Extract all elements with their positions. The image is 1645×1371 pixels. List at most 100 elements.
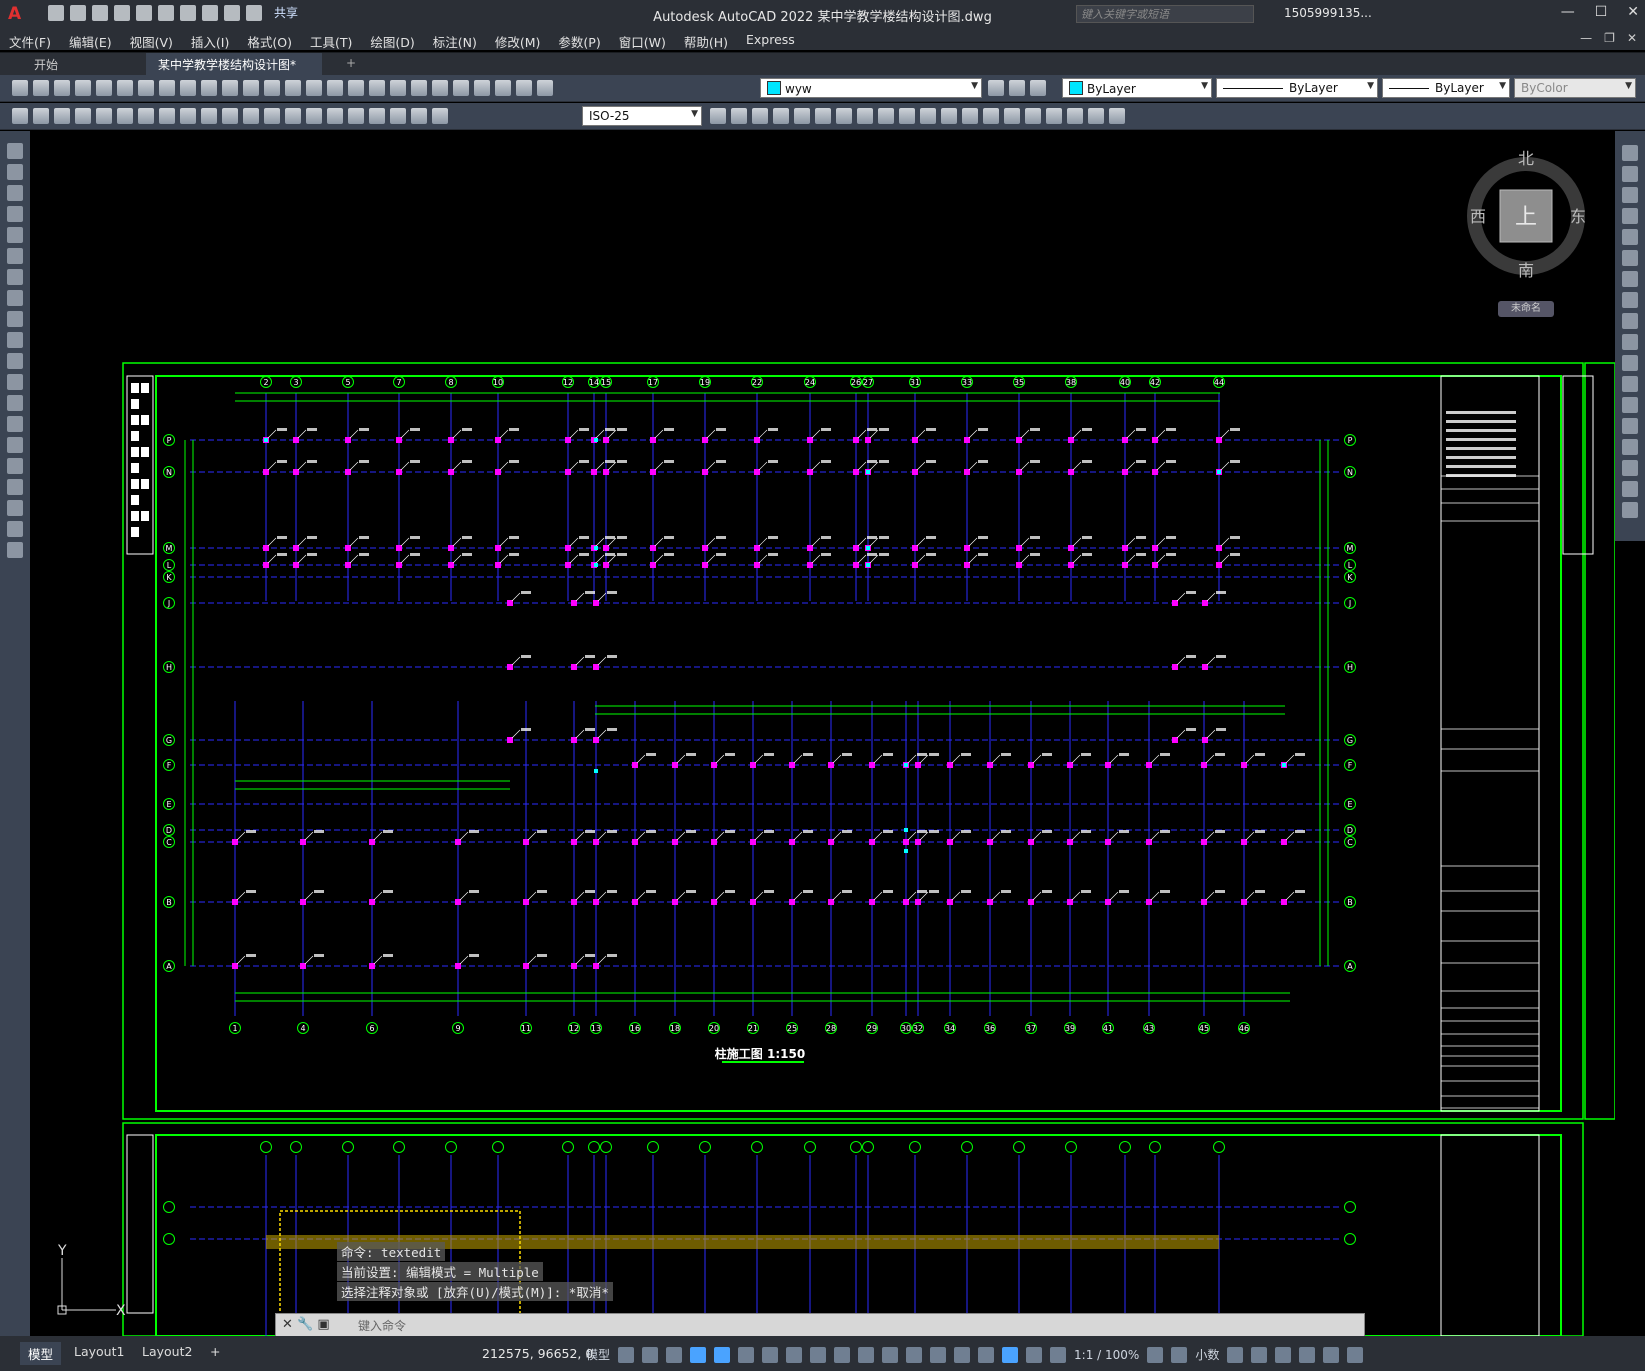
app-logo[interactable]: A — [8, 4, 21, 24]
ortho-icon[interactable] — [714, 1346, 731, 1363]
selection-filter-icon[interactable] — [954, 1346, 971, 1363]
zoom-realtime-icon[interactable] — [306, 80, 322, 96]
calculator-icon[interactable] — [474, 80, 490, 96]
tab-model[interactable]: 模型 — [20, 1342, 62, 1365]
dynamic-ucs-icon[interactable] — [930, 1346, 947, 1363]
maximize-button[interactable]: ☐ — [1595, 4, 1608, 20]
rotate-face-icon[interactable] — [1088, 108, 1104, 124]
extract-edges-icon[interactable] — [941, 108, 957, 124]
open-icon[interactable] — [33, 80, 49, 96]
osnap-icon[interactable] — [810, 1346, 827, 1363]
ellipse-icon[interactable] — [7, 332, 23, 348]
annotation-scale-value[interactable]: 1:1 / 100% — [1074, 1348, 1139, 1362]
layer-manager-icon[interactable] — [516, 80, 532, 96]
cut-icon[interactable] — [159, 80, 175, 96]
redo-icon[interactable] — [264, 80, 280, 96]
layer-state-icon[interactable] — [537, 80, 553, 96]
arc-icon[interactable] — [7, 248, 23, 264]
customize-qat-icon[interactable] — [246, 4, 262, 21]
menu-modify[interactable]: 修改(M) — [486, 28, 550, 50]
lock-ui-icon[interactable] — [1251, 1346, 1268, 1363]
move-face-icon[interactable] — [1067, 108, 1083, 124]
menu-view[interactable]: 视图(V) — [121, 28, 182, 50]
doc-restore-button[interactable]: ❐ — [1604, 31, 1615, 45]
search-input[interactable]: 键入关键字或短语 — [1076, 5, 1254, 23]
units-value[interactable]: 小数 — [1195, 1346, 1219, 1363]
make-current-icon[interactable] — [988, 80, 1004, 96]
aligned-dim-icon[interactable] — [54, 108, 70, 124]
save-as-icon[interactable] — [114, 4, 130, 21]
compass-north[interactable]: 北 — [1518, 150, 1534, 168]
rotate-icon[interactable] — [1622, 271, 1638, 287]
wcs-menu[interactable]: 未命名 — [1498, 301, 1554, 317]
doc-close-button[interactable]: ✕ — [1627, 31, 1637, 45]
layer-previous-icon[interactable] — [1009, 80, 1025, 96]
rectangle-icon[interactable] — [7, 227, 23, 243]
gradient-icon[interactable] — [7, 458, 23, 474]
annotation-visibility-icon[interactable] — [1002, 1346, 1019, 1363]
help-icon[interactable] — [495, 80, 511, 96]
matchprop-icon[interactable] — [222, 80, 238, 96]
3dprint-icon[interactable] — [138, 80, 154, 96]
transparency-icon[interactable] — [858, 1346, 875, 1363]
angular-icon[interactable] — [180, 108, 196, 124]
menu-edit[interactable]: 编辑(E) — [60, 28, 121, 50]
tool-palettes-icon[interactable] — [411, 80, 427, 96]
arc-length-icon[interactable] — [75, 108, 91, 124]
intersect-icon[interactable] — [773, 108, 789, 124]
pan-icon[interactable] — [285, 80, 301, 96]
snap-icon[interactable] — [642, 1346, 659, 1363]
fillet-icon[interactable] — [1622, 460, 1638, 476]
polygon-icon[interactable] — [7, 206, 23, 222]
user-account[interactable]: 1505999135... — [1284, 6, 1372, 20]
jogged-icon[interactable] — [138, 108, 154, 124]
zoom-previous-icon[interactable] — [348, 80, 364, 96]
dimstyle-manager-icon[interactable] — [710, 108, 726, 124]
imprint-icon[interactable] — [920, 108, 936, 124]
clean-screen-icon[interactable] — [1323, 1346, 1340, 1363]
erase-icon[interactable] — [1622, 145, 1638, 161]
gizmo-icon[interactable] — [978, 1346, 995, 1363]
mirror-icon[interactable] — [1622, 187, 1638, 203]
dim-update-icon[interactable] — [432, 108, 448, 124]
command-input[interactable]: ✕ 🔧 ▣ 键入命令 — [275, 1313, 1365, 1337]
dimstyle-dropdown[interactable]: ISO-25 ▼ — [582, 106, 702, 126]
compass-south[interactable]: 南 — [1518, 261, 1534, 280]
array-icon[interactable] — [1622, 229, 1638, 245]
menu-format[interactable]: 格式(O) — [238, 28, 301, 50]
doc-minimize-button[interactable]: — — [1580, 31, 1592, 45]
subtract-icon[interactable] — [752, 108, 768, 124]
drawing-canvas[interactable]: P PN NM ML LK KJ JH HG GF FE ED DC CB BA A2 3 5 7 8 10 12 14 1… — [30, 131, 1615, 1336]
layer-dropdown[interactable]: wyw ▼ — [760, 78, 982, 98]
publish-icon[interactable] — [117, 80, 133, 96]
infer-icon[interactable] — [666, 1346, 683, 1363]
grid-icon[interactable] — [618, 1346, 635, 1363]
revcloud-icon[interactable] — [7, 290, 23, 306]
menu-window[interactable]: 窗口(W) — [610, 28, 675, 50]
annotation-monitor-icon[interactable] — [1171, 1346, 1188, 1363]
quick-properties-icon[interactable] — [1227, 1346, 1244, 1363]
menu-tools[interactable]: 工具(T) — [301, 28, 361, 50]
circle-icon[interactable] — [7, 269, 23, 285]
hatch-icon[interactable] — [7, 437, 23, 453]
extrude-icon[interactable] — [794, 108, 810, 124]
auto-scale-icon[interactable] — [1026, 1346, 1043, 1363]
open-icon[interactable] — [70, 4, 86, 21]
insert-block-icon[interactable] — [7, 374, 23, 390]
save-web-icon[interactable] — [158, 4, 174, 21]
region-icon[interactable] — [7, 479, 23, 495]
scale-icon[interactable] — [1622, 292, 1638, 308]
trim-icon[interactable] — [1622, 334, 1638, 350]
properties-icon[interactable] — [369, 80, 385, 96]
thicken-icon[interactable] — [962, 108, 978, 124]
join-icon[interactable] — [1622, 418, 1638, 434]
sheet-set-icon[interactable] — [432, 80, 448, 96]
explode-icon[interactable] — [1622, 502, 1638, 518]
otrack-icon[interactable] — [786, 1346, 803, 1363]
menu-insert[interactable]: 插入(I) — [182, 28, 238, 50]
break-icon[interactable] — [1622, 397, 1638, 413]
workspace-icon[interactable] — [12, 108, 28, 124]
model-space-button[interactable]: 模型 — [586, 1346, 610, 1363]
isodraft-icon[interactable] — [762, 1346, 779, 1363]
menu-help[interactable]: 帮助(H) — [675, 28, 737, 50]
